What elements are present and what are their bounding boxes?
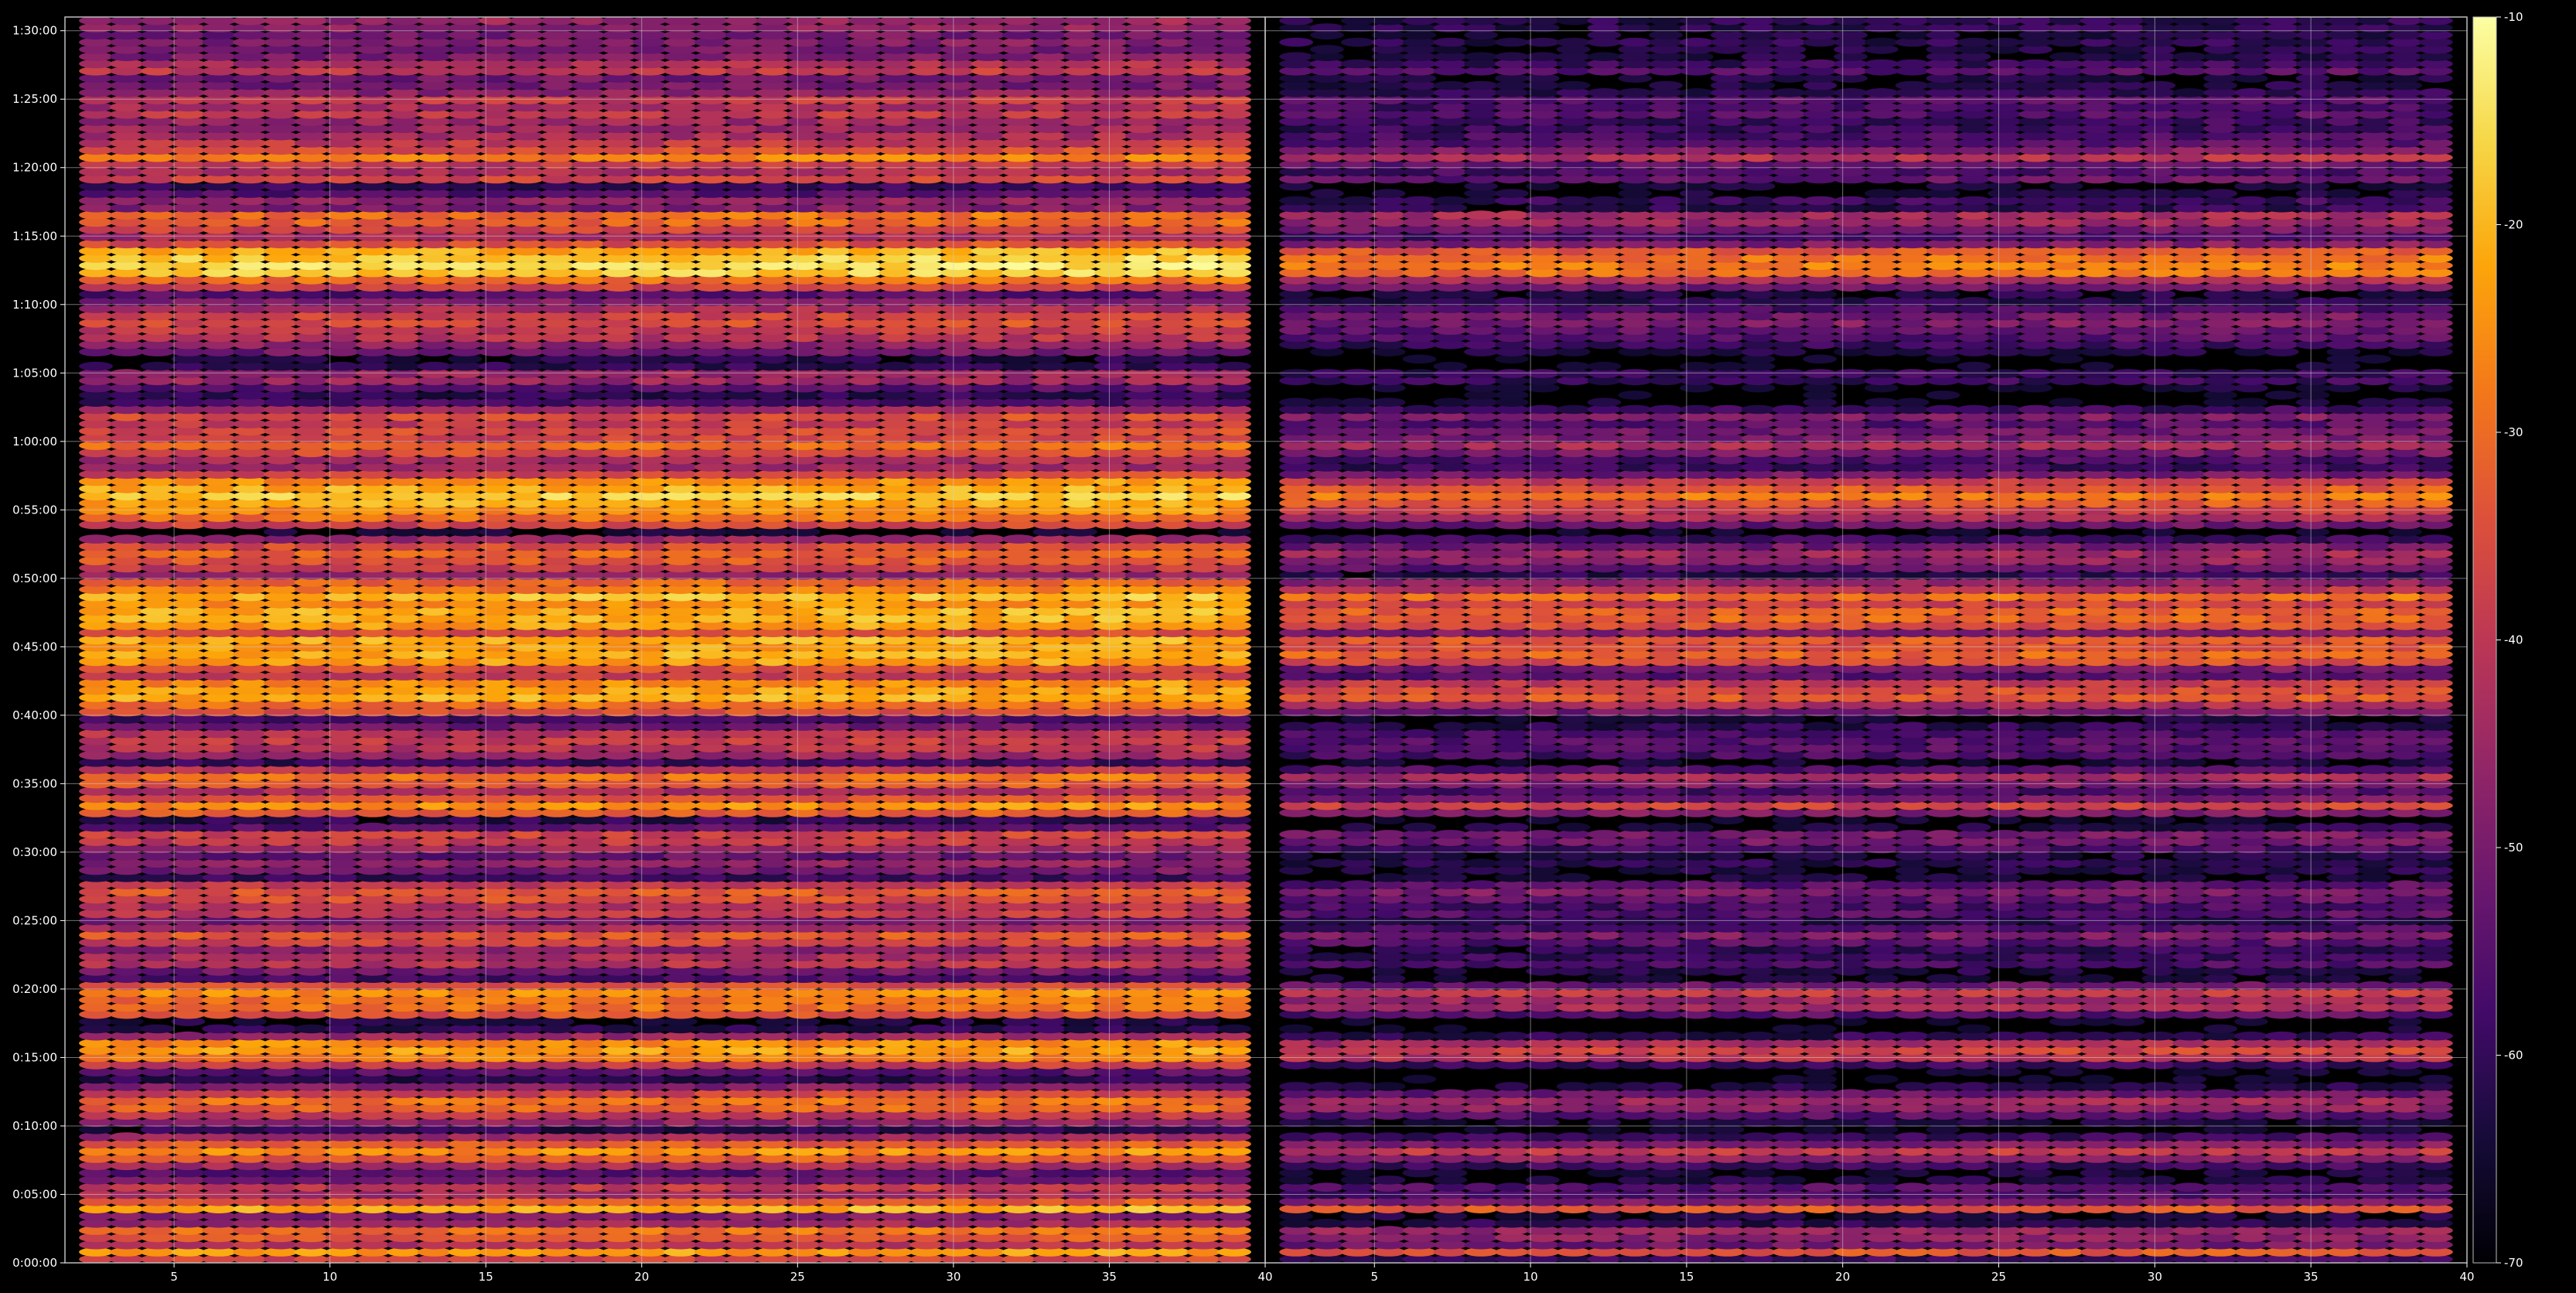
- heatmap-cell: [110, 1132, 144, 1141]
- heatmap-cell: [172, 1032, 206, 1041]
- heatmap-cell: [479, 362, 513, 371]
- heatmap-cell: [1156, 534, 1190, 544]
- heatmap-cell: [571, 1025, 606, 1034]
- heatmap-cell: [295, 534, 329, 544]
- heatmap-cell: [909, 534, 943, 544]
- heatmap-cell: [79, 362, 113, 371]
- heatmap-cell: [725, 1025, 759, 1034]
- heatmap-cell: [356, 823, 390, 832]
- heatmap-cell: [202, 534, 236, 544]
- heatmap-cell: [1217, 1025, 1251, 1034]
- heatmap-cell: [817, 1025, 851, 1034]
- heatmap-chart: 5101520253035405101520253035400:00:000:0…: [0, 0, 2576, 1293]
- heatmap-cell: [848, 534, 882, 544]
- heatmap-cell: [141, 534, 175, 544]
- heatmap-cell: [971, 534, 1005, 544]
- heatmap-cell: [141, 362, 175, 371]
- heatmap-cell: [541, 534, 575, 544]
- heatmap-cell: [1063, 362, 1097, 371]
- heatmap-cell: [1002, 534, 1036, 544]
- heatmap-cell: [110, 534, 144, 544]
- heatmap-cell: [817, 534, 851, 544]
- heatmap-cell: [909, 1025, 943, 1034]
- heatmap-cell: [602, 1025, 636, 1034]
- heatmap-cell: [971, 1025, 1005, 1034]
- heatmap-cell: [110, 369, 144, 378]
- heatmap-cell: [141, 1025, 175, 1034]
- heatmap-cell: [295, 1025, 329, 1034]
- heatmap-cell: [202, 1025, 236, 1034]
- heatmap-cell: [172, 534, 206, 544]
- heatmap-cell: [79, 534, 113, 544]
- heatmap-cell: [1186, 534, 1220, 544]
- heatmap-cell: [571, 534, 606, 544]
- heatmap-cell: [879, 362, 913, 371]
- heatmap-cell: [1094, 534, 1128, 544]
- heatmap-cell: [879, 534, 913, 544]
- heatmap-cell: [264, 1025, 298, 1034]
- heatmap-cell: [510, 534, 544, 544]
- heatmap-cell: [1125, 534, 1159, 544]
- heatmap-cell: [694, 1025, 728, 1034]
- heatmap-cell: [233, 534, 267, 544]
- heatmap-cell: [418, 362, 452, 371]
- heatmap-cell: [1217, 362, 1251, 371]
